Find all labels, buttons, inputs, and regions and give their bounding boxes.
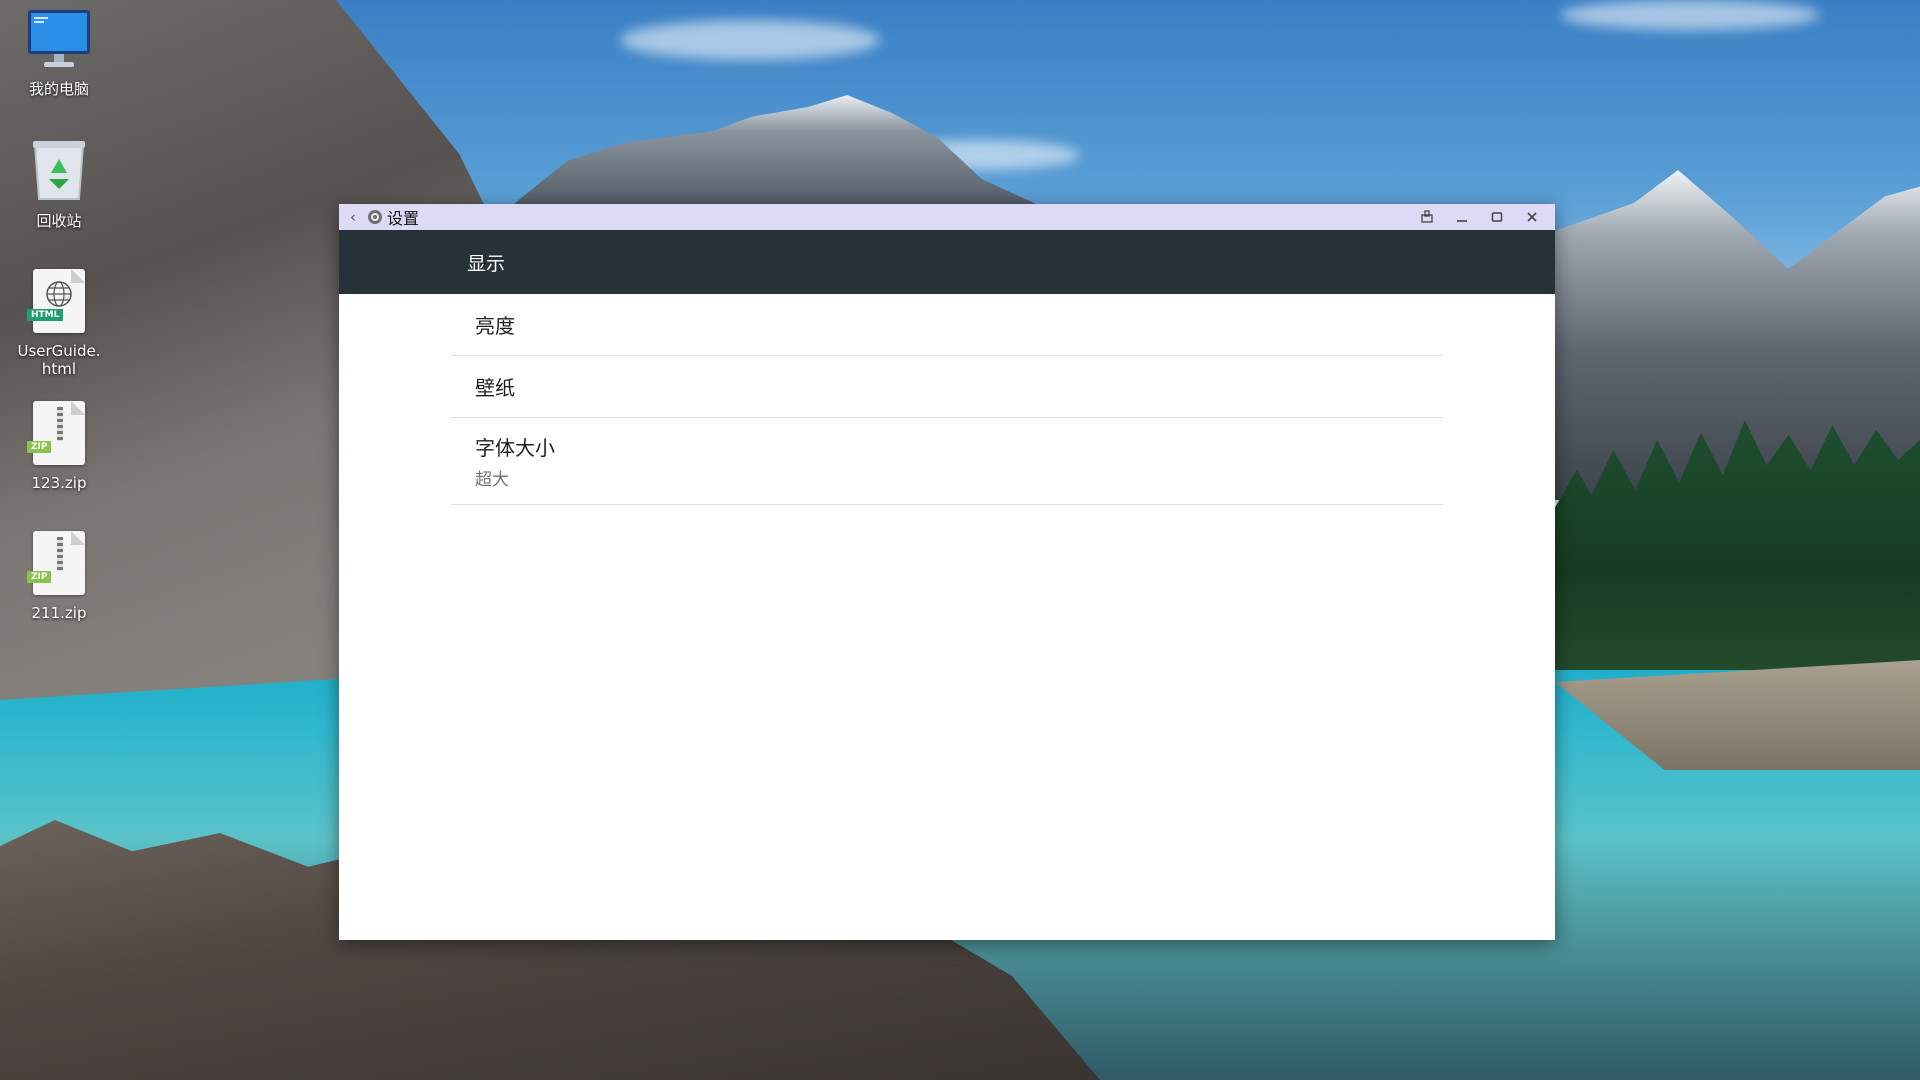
close-icon <box>1526 212 1537 222</box>
maximize-icon <box>1491 212 1502 222</box>
rotate-button[interactable] <box>1409 204 1444 230</box>
computer-icon <box>21 4 97 74</box>
back-arrow-icon[interactable]: ‹ <box>343 208 363 226</box>
wallpaper-cloud <box>1560 0 1820 30</box>
page-title: 显示 <box>467 252 506 275</box>
settings-item-title: 壁纸 <box>475 376 515 400</box>
settings-gear-icon <box>367 209 383 225</box>
settings-window: ‹ 设置 显示 亮度 壁纸 字体大小 超大 <box>339 204 1555 940</box>
desktop-icon-my-computer[interactable]: 我的电脑 <box>0 4 118 98</box>
settings-list: 亮度 壁纸 字体大小 超大 <box>451 294 1443 505</box>
desktop-icon-label: 我的电脑 <box>28 80 89 98</box>
recycle-bin-icon <box>21 136 97 206</box>
desktop-icon-123-zip[interactable]: ZIP 123.zip <box>0 398 118 492</box>
desktop-icon-label: 123.zip <box>31 474 87 492</box>
desktop-icon-211-zip[interactable]: ZIP 211.zip <box>0 528 118 622</box>
minimize-icon <box>1456 220 1467 222</box>
window-titlebar[interactable]: ‹ 设置 <box>339 204 1555 230</box>
wallpaper-cloud <box>620 20 880 60</box>
file-type-tag: ZIP <box>27 571 52 583</box>
desktop-icon-label: 211.zip <box>31 604 87 622</box>
desktop-icon-recycle-bin[interactable]: 回收站 <box>0 136 118 230</box>
file-type-tag: ZIP <box>27 441 52 453</box>
html-file-icon: HTML <box>21 266 97 336</box>
window-title: 设置 <box>387 209 420 228</box>
close-button[interactable] <box>1514 204 1549 230</box>
desktop-icon-userguide-html[interactable]: HTML UserGuide. html <box>0 266 118 378</box>
zip-file-icon: ZIP <box>21 398 97 468</box>
settings-item-title: 字体大小 <box>475 436 555 460</box>
file-type-tag: HTML <box>27 309 64 321</box>
desktop-icon-label: 回收站 <box>36 212 82 230</box>
settings-item-wallpaper[interactable]: 壁纸 <box>451 356 1443 418</box>
settings-item-subtitle: 超大 <box>475 470 509 490</box>
minimize-button[interactable] <box>1444 204 1479 230</box>
window-controls <box>1409 204 1549 230</box>
settings-item-title: 亮度 <box>475 314 515 338</box>
settings-item-brightness[interactable]: 亮度 <box>451 294 1443 356</box>
zip-file-icon: ZIP <box>21 528 97 598</box>
settings-header: 显示 <box>339 230 1555 294</box>
desktop-icon-label: UserGuide. html <box>17 342 101 378</box>
maximize-button[interactable] <box>1479 204 1514 230</box>
rotate-icon <box>1420 210 1433 223</box>
settings-item-font-size[interactable]: 字体大小 超大 <box>451 418 1443 505</box>
